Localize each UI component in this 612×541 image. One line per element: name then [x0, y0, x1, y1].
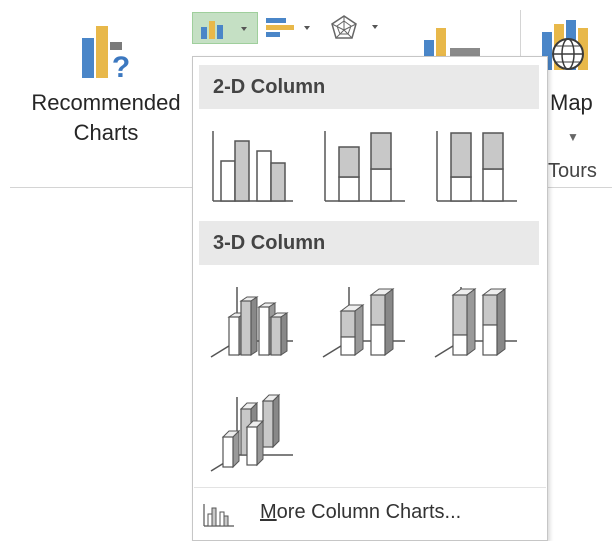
column-chart-small-icon — [203, 504, 234, 527]
section-header-2d-column: 2-D Column — [199, 65, 539, 109]
chevron-down-icon: ▼ — [567, 130, 579, 144]
recommended-charts-button[interactable]: ? Recommended Charts — [18, 14, 194, 164]
column-chart-icon — [201, 21, 247, 39]
insert-radar-chart-button[interactable] — [326, 12, 386, 44]
recommended-charts-label-line2: Charts — [73, 120, 139, 145]
100-percent-stacked-column-option[interactable] — [431, 125, 521, 209]
clustered-column-icon — [212, 131, 293, 202]
3d-100-percent-stacked-column-icon — [434, 287, 517, 358]
radar-chart-icon — [331, 15, 378, 39]
3d-clustered-column-option[interactable] — [207, 279, 297, 363]
column-chart-dropdown: 2-D Column 3-D Column More Column Charts… — [192, 56, 548, 541]
more-column-charts-label: More Column Charts... — [260, 501, 461, 524]
chevron-down-icon — [241, 27, 247, 31]
more-column-charts-access-key: M — [260, 501, 277, 523]
3d-column-icon — [210, 393, 293, 472]
more-column-charts-item[interactable]: More Column Charts... — [194, 487, 546, 541]
3d-100-percent-stacked-column-option[interactable] — [431, 279, 521, 363]
3d-column-option[interactable] — [207, 391, 297, 475]
3d-stacked-column-icon — [322, 287, 405, 358]
100-percent-stacked-column-icon — [436, 131, 517, 202]
svg-text:?: ? — [112, 51, 130, 82]
stacked-column-icon — [324, 131, 405, 202]
clustered-column-option[interactable] — [207, 125, 297, 209]
3d-clustered-column-icon — [210, 287, 293, 358]
3d-map-button[interactable]: Map ▼ — [540, 14, 612, 164]
bar-chart-icon — [266, 18, 310, 37]
3d-map-icon — [542, 20, 588, 70]
recommended-charts-icon: ? — [82, 26, 134, 82]
3d-stacked-column-option[interactable] — [319, 279, 409, 363]
chevron-down-icon — [304, 26, 310, 30]
more-column-charts-label-rest: ore Column Charts... — [276, 501, 462, 523]
map-label: Map — [550, 90, 593, 115]
tours-group-label: Tours — [548, 160, 597, 182]
section-header-3d-column: 3-D Column — [199, 221, 539, 265]
chevron-down-icon — [372, 25, 378, 29]
insert-column-chart-button[interactable] — [192, 12, 258, 44]
insert-bar-chart-button[interactable] — [262, 12, 320, 44]
stacked-column-option[interactable] — [319, 125, 409, 209]
recommended-charts-label-line1: Recommended — [31, 90, 181, 115]
